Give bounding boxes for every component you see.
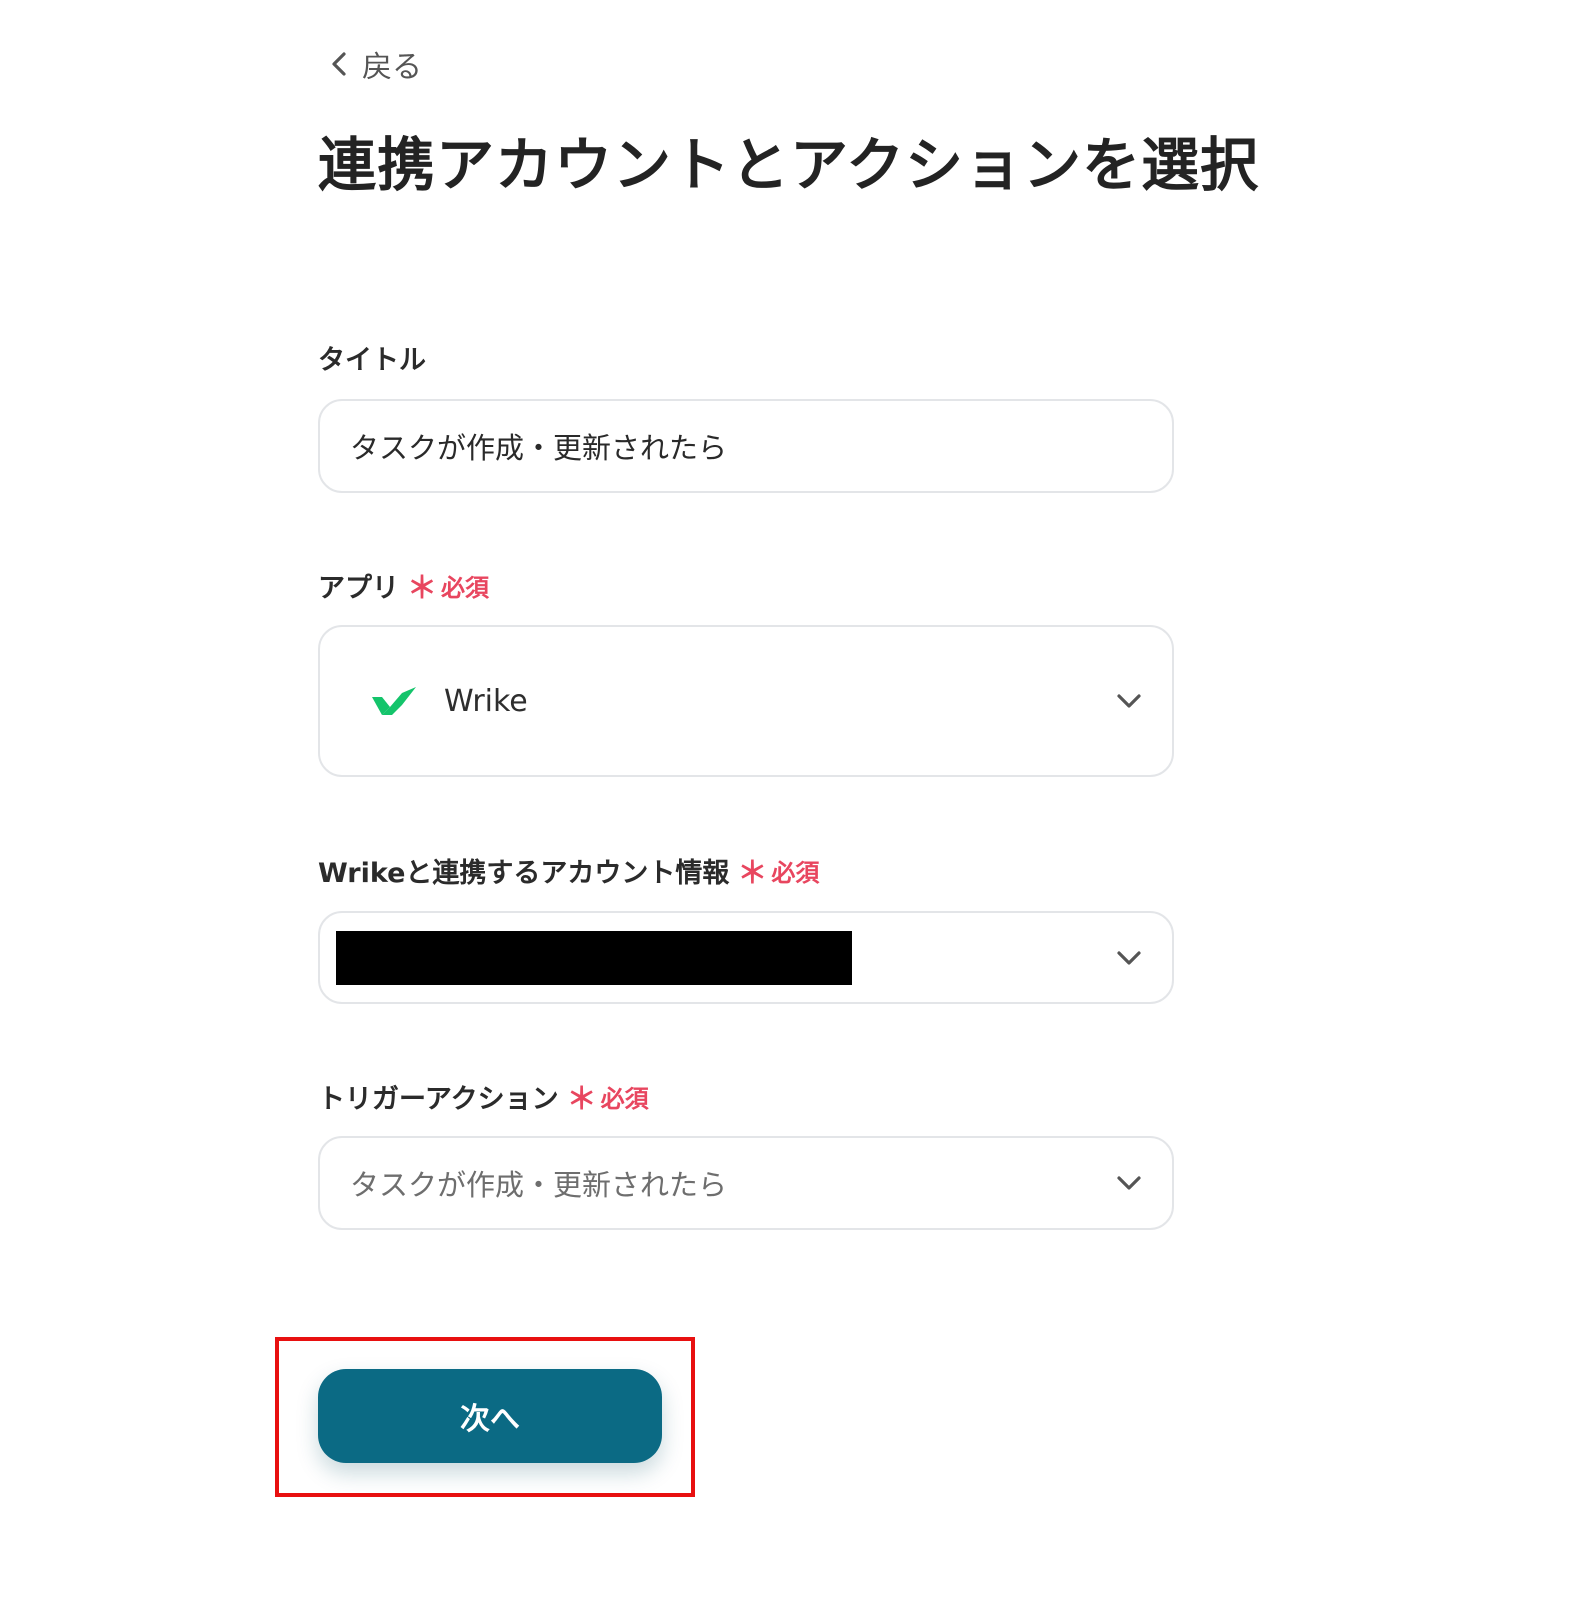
required-asterisk: ＊ bbox=[407, 570, 437, 606]
required-badge: 必須 bbox=[600, 1085, 649, 1113]
account-label-text: Wrikeと連携するアカウント情報 bbox=[318, 858, 730, 889]
app-name: Wrike bbox=[444, 683, 528, 719]
required-asterisk: ＊ bbox=[737, 855, 768, 891]
wrike-logo-icon bbox=[372, 687, 416, 715]
chevron-down-icon bbox=[1117, 694, 1141, 708]
chevron-down-icon bbox=[1117, 1176, 1141, 1190]
title-field-label: タイトル bbox=[318, 338, 426, 377]
trigger-action-value: タスクが作成・更新されたら bbox=[350, 1168, 728, 1202]
app-select[interactable]: Wrike bbox=[318, 625, 1174, 777]
title-label-text: タイトル bbox=[318, 345, 426, 376]
title-input[interactable] bbox=[320, 401, 1172, 491]
trigger-field-label: トリガーアクション ＊ 必須 bbox=[318, 1077, 649, 1116]
app-label-text: アプリ bbox=[318, 573, 399, 604]
trigger-action-select[interactable]: タスクが作成・更新されたら bbox=[318, 1136, 1174, 1230]
chevron-left-icon bbox=[332, 52, 346, 76]
title-field[interactable] bbox=[318, 399, 1174, 493]
required-asterisk: ＊ bbox=[566, 1081, 597, 1117]
page-title: 連携アカウントとアクションを選択 bbox=[318, 131, 1260, 199]
required-badge: 必須 bbox=[441, 574, 489, 602]
trigger-label-text: トリガーアクション bbox=[318, 1084, 559, 1115]
app-field-label: アプリ ＊ 必須 bbox=[318, 566, 489, 605]
account-select[interactable] bbox=[318, 911, 1174, 1004]
required-badge: 必須 bbox=[771, 859, 820, 887]
back-label: 戻る bbox=[362, 50, 422, 85]
redacted-account-value bbox=[336, 931, 852, 985]
account-field-label: Wrikeと連携するアカウント情報 ＊ 必須 bbox=[318, 851, 819, 890]
next-button[interactable]: 次へ bbox=[318, 1369, 662, 1463]
chevron-down-icon bbox=[1117, 950, 1141, 965]
back-link[interactable]: 戻る bbox=[330, 42, 422, 86]
